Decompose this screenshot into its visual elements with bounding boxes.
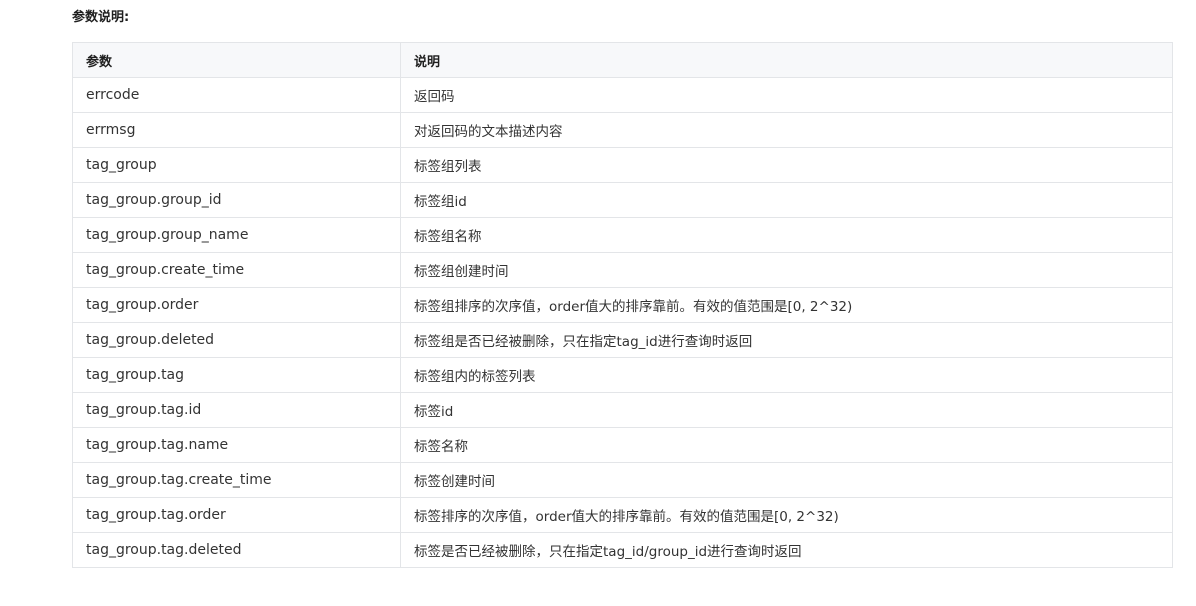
param-description: 标签组创建时间 (400, 252, 1173, 288)
param-description: 标签是否已经被删除，只在指定tag_id/group_id进行查询时返回 (400, 532, 1173, 568)
param-description: 标签组列表 (400, 147, 1173, 183)
param-name: tag_group.deleted (72, 322, 401, 358)
table-row: tag_group.tag.order 标签排序的次序值，order值大的排序靠… (72, 497, 1173, 533)
param-name: tag_group.order (72, 287, 401, 323)
param-name: tag_group.tag.create_time (72, 462, 401, 498)
table-header-row: 参数 说明 (72, 42, 1173, 78)
param-description: 标签组排序的次序值，order值大的排序靠前。有效的值范围是[0, 2^32) (400, 287, 1173, 323)
table-row: tag_group.tag.id 标签id (72, 392, 1173, 428)
section-title: 参数说明: (72, 10, 130, 25)
param-description: 标签排序的次序值，order值大的排序靠前。有效的值范围是[0, 2^32) (400, 497, 1173, 533)
param-name: tag_group.tag.order (72, 497, 401, 533)
table-row: tag_group.group_name 标签组名称 (72, 217, 1173, 253)
params-table: 参数 说明 errcode 返回码 errmsg 对返回码的文本描述内容 tag… (72, 42, 1173, 568)
param-description: 标签组是否已经被删除，只在指定tag_id进行查询时返回 (400, 322, 1173, 358)
table-row: tag_group 标签组列表 (72, 147, 1173, 183)
param-description: 标签组名称 (400, 217, 1173, 253)
param-name: tag_group.tag (72, 357, 401, 393)
param-description: 对返回码的文本描述内容 (400, 112, 1173, 148)
header-description: 说明 (400, 42, 1173, 78)
param-description: 标签id (400, 392, 1173, 428)
table-row: tag_group.tag.create_time 标签创建时间 (72, 462, 1173, 498)
param-name: tag_group.group_id (72, 182, 401, 218)
table-row: errmsg 对返回码的文本描述内容 (72, 112, 1173, 148)
param-description: 标签组id (400, 182, 1173, 218)
param-description: 标签名称 (400, 427, 1173, 463)
param-name: errmsg (72, 112, 401, 148)
table-row: errcode 返回码 (72, 77, 1173, 113)
header-param: 参数 (72, 42, 401, 78)
param-description: 标签组内的标签列表 (400, 357, 1173, 393)
param-name: tag_group.group_name (72, 217, 401, 253)
param-description: 返回码 (400, 77, 1173, 113)
param-name: tag_group (72, 147, 401, 183)
table-row: tag_group.tag.name 标签名称 (72, 427, 1173, 463)
param-name: tag_group.tag.deleted (72, 532, 401, 568)
table-row: tag_group.order 标签组排序的次序值，order值大的排序靠前。有… (72, 287, 1173, 323)
table-row: tag_group.deleted 标签组是否已经被删除，只在指定tag_id进… (72, 322, 1173, 358)
param-name: errcode (72, 77, 401, 113)
param-name: tag_group.tag.id (72, 392, 401, 428)
table-row: tag_group.tag 标签组内的标签列表 (72, 357, 1173, 393)
table-row: tag_group.group_id 标签组id (72, 182, 1173, 218)
table-row: tag_group.create_time 标签组创建时间 (72, 252, 1173, 288)
param-name: tag_group.tag.name (72, 427, 401, 463)
param-name: tag_group.create_time (72, 252, 401, 288)
table-row: tag_group.tag.deleted 标签是否已经被删除，只在指定tag_… (72, 532, 1173, 568)
param-description: 标签创建时间 (400, 462, 1173, 498)
